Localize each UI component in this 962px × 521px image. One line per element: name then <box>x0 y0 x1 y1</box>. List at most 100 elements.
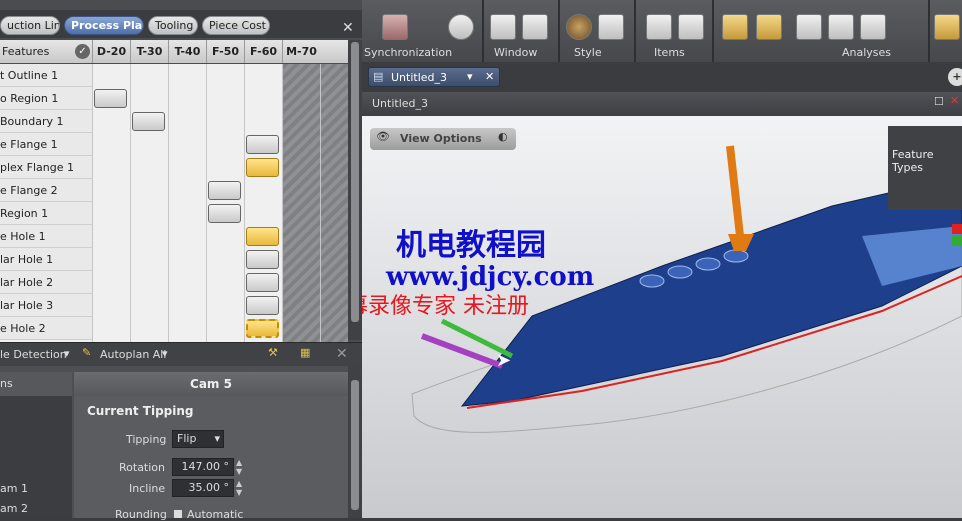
stamp-icon[interactable]: ⚒ <box>268 346 278 359</box>
properties-scrollbar[interactable] <box>348 366 362 518</box>
table-row[interactable]: lar Hole 1 <box>0 248 348 271</box>
ribbon-group-style: Style <box>574 46 602 59</box>
document-tab[interactable]: ▤ Untitled_3 ▾ ✕ <box>368 67 500 87</box>
cam-title: Cam 5 <box>74 372 348 396</box>
table-row[interactable]: e Flange 2 <box>0 179 348 202</box>
rotation-input[interactable]: 147.00 ° <box>172 458 234 476</box>
tab-process-plan[interactable]: Process Plan <box>64 16 144 35</box>
operation-chip[interactable] <box>246 135 279 154</box>
analysis-cross-icon[interactable] <box>828 14 854 40</box>
feature-label: t Outline 1 <box>0 64 92 87</box>
grid-icon[interactable]: ▦ <box>300 346 310 359</box>
table-row[interactable]: Boundary 1 <box>0 110 348 133</box>
tab-bar: uction Line Process Plan Tooling Piece C… <box>0 10 362 38</box>
close-icon[interactable]: ✕ <box>950 94 959 107</box>
col-header-t40[interactable]: T-40 <box>168 40 206 63</box>
window-grid-icon[interactable] <box>522 14 548 40</box>
3d-viewport[interactable]: 👁 View Options ◐ 机电教程园 www.jdjcy.com 屏幕录… <box>362 116 962 518</box>
feature-label: e Flange 2 <box>0 179 92 202</box>
table-row[interactable]: lar Hole 3 <box>0 294 348 317</box>
document-title-bar: Untitled_3 ☐ ✕ <box>362 92 962 116</box>
tab-piece-cost[interactable]: Piece Cost <box>202 16 270 35</box>
col-header-d20[interactable]: D-20 <box>92 40 130 63</box>
window-layout-icon[interactable] <box>490 14 516 40</box>
operation-chip[interactable] <box>246 296 279 315</box>
analysis-line-icon[interactable] <box>860 14 886 40</box>
tab-tooling[interactable]: Tooling <box>148 16 198 35</box>
toggle-icon[interactable]: ◐ <box>498 130 508 143</box>
operation-chip[interactable] <box>132 112 165 131</box>
tipping-select[interactable]: Flip ▾ <box>172 430 224 448</box>
incline-stepper[interactable]: ▲ ▼ <box>236 479 248 497</box>
operation-chip[interactable] <box>246 227 279 246</box>
sync-icon[interactable] <box>382 14 408 40</box>
view-options-bar[interactable]: 👁 View Options ◐ <box>370 128 516 150</box>
operation-chip[interactable] <box>246 158 279 177</box>
add-tab-button[interactable]: + <box>948 68 962 86</box>
col-header-m70[interactable]: M-70 <box>282 40 320 63</box>
ribbon-group-window: Window <box>494 46 538 59</box>
incline-label: Incline <box>129 482 166 495</box>
feature-label: lar Hole 1 <box>0 248 92 271</box>
operation-chip[interactable] <box>246 273 279 292</box>
check-icon[interactable]: ✓ <box>75 44 90 59</box>
section-heading: Current Tipping <box>87 404 194 418</box>
document-title: Untitled_3 <box>372 97 429 110</box>
process-grid: t Outline 1o Region 1 Boundary 1e Flange … <box>0 64 348 342</box>
operation-chip[interactable] <box>246 319 279 338</box>
analysis-mail-icon[interactable] <box>796 14 822 40</box>
items-book-icon[interactable] <box>646 14 672 40</box>
cursor-icon: ➤ <box>496 350 512 371</box>
maximize-icon[interactable]: ☐ <box>934 95 944 108</box>
list-item[interactable]: am 1 <box>0 482 28 495</box>
operation-chip[interactable] <box>208 204 241 223</box>
detection-dropdown[interactable]: le Detection <box>0 348 67 361</box>
document-tab-label: Untitled_3 <box>391 71 448 84</box>
table-row[interactable]: e Hole 1 <box>0 225 348 248</box>
list-item[interactable]: am 2 <box>0 502 28 515</box>
rounding-checkbox[interactable] <box>174 510 182 518</box>
chevron-down-icon[interactable]: ▾ <box>64 347 70 360</box>
chevron-down-icon[interactable]: ▾ <box>162 347 168 360</box>
tab-production-line[interactable]: uction Line <box>0 16 60 35</box>
document-icon: ▤ <box>373 70 384 83</box>
style-shaded-icon[interactable] <box>566 14 592 40</box>
analysis-arrow-icon[interactable] <box>934 14 960 40</box>
close-icon[interactable]: ✕ <box>342 20 354 36</box>
chevron-down-icon: ▾ <box>214 432 220 445</box>
tipping-label: Tipping <box>126 433 167 446</box>
feature-label: plex Flange 1 <box>0 156 92 179</box>
chevron-down-icon[interactable]: ▾ <box>467 70 473 83</box>
ribbon-group-analyses: Analyses <box>842 46 892 59</box>
style-wire-icon[interactable] <box>598 14 624 40</box>
col-header-f50[interactable]: F-50 <box>206 40 244 63</box>
rotation-stepper[interactable]: ▲ ▼ <box>236 458 248 476</box>
table-row[interactable]: Region 1 <box>0 202 348 225</box>
analysis-map-icon[interactable] <box>722 14 748 40</box>
grid-scrollbar[interactable] <box>348 40 362 340</box>
cam-list: ns am 1 am 2 <box>0 372 72 518</box>
col-header-t30[interactable]: T-30 <box>130 40 168 63</box>
analysis-press-icon[interactable] <box>756 14 782 40</box>
table-row[interactable]: lar Hole 2 <box>0 271 348 294</box>
autoplan-all-button[interactable]: Autoplan All <box>100 348 166 361</box>
col-header-f60[interactable]: F-60 <box>244 40 282 63</box>
table-row[interactable]: t Outline 1 <box>0 64 348 87</box>
incline-input[interactable]: 35.00 ° <box>172 479 234 497</box>
close-icon[interactable]: ✕ <box>485 70 494 83</box>
table-row[interactable]: e Flange 1 <box>0 133 348 156</box>
operation-chip[interactable] <box>94 89 127 108</box>
link-icon[interactable] <box>448 14 474 40</box>
feature-label: lar Hole 3 <box>0 294 92 317</box>
view-options-label: View Options <box>400 132 482 145</box>
operation-chip[interactable] <box>208 181 241 200</box>
tipping-value: Flip <box>177 432 197 445</box>
table-row[interactable]: e Hole 2 <box>0 317 348 340</box>
operation-chip[interactable] <box>246 250 279 269</box>
close-icon[interactable]: ✕ <box>336 346 348 362</box>
items-arrows-icon[interactable] <box>678 14 704 40</box>
table-row[interactable]: plex Flange 1 <box>0 156 348 179</box>
feature-label: e Hole 2 <box>0 317 92 340</box>
table-row[interactable]: o Region 1 <box>0 87 348 110</box>
ribbon-group-synchronization: Synchronization <box>364 46 453 59</box>
